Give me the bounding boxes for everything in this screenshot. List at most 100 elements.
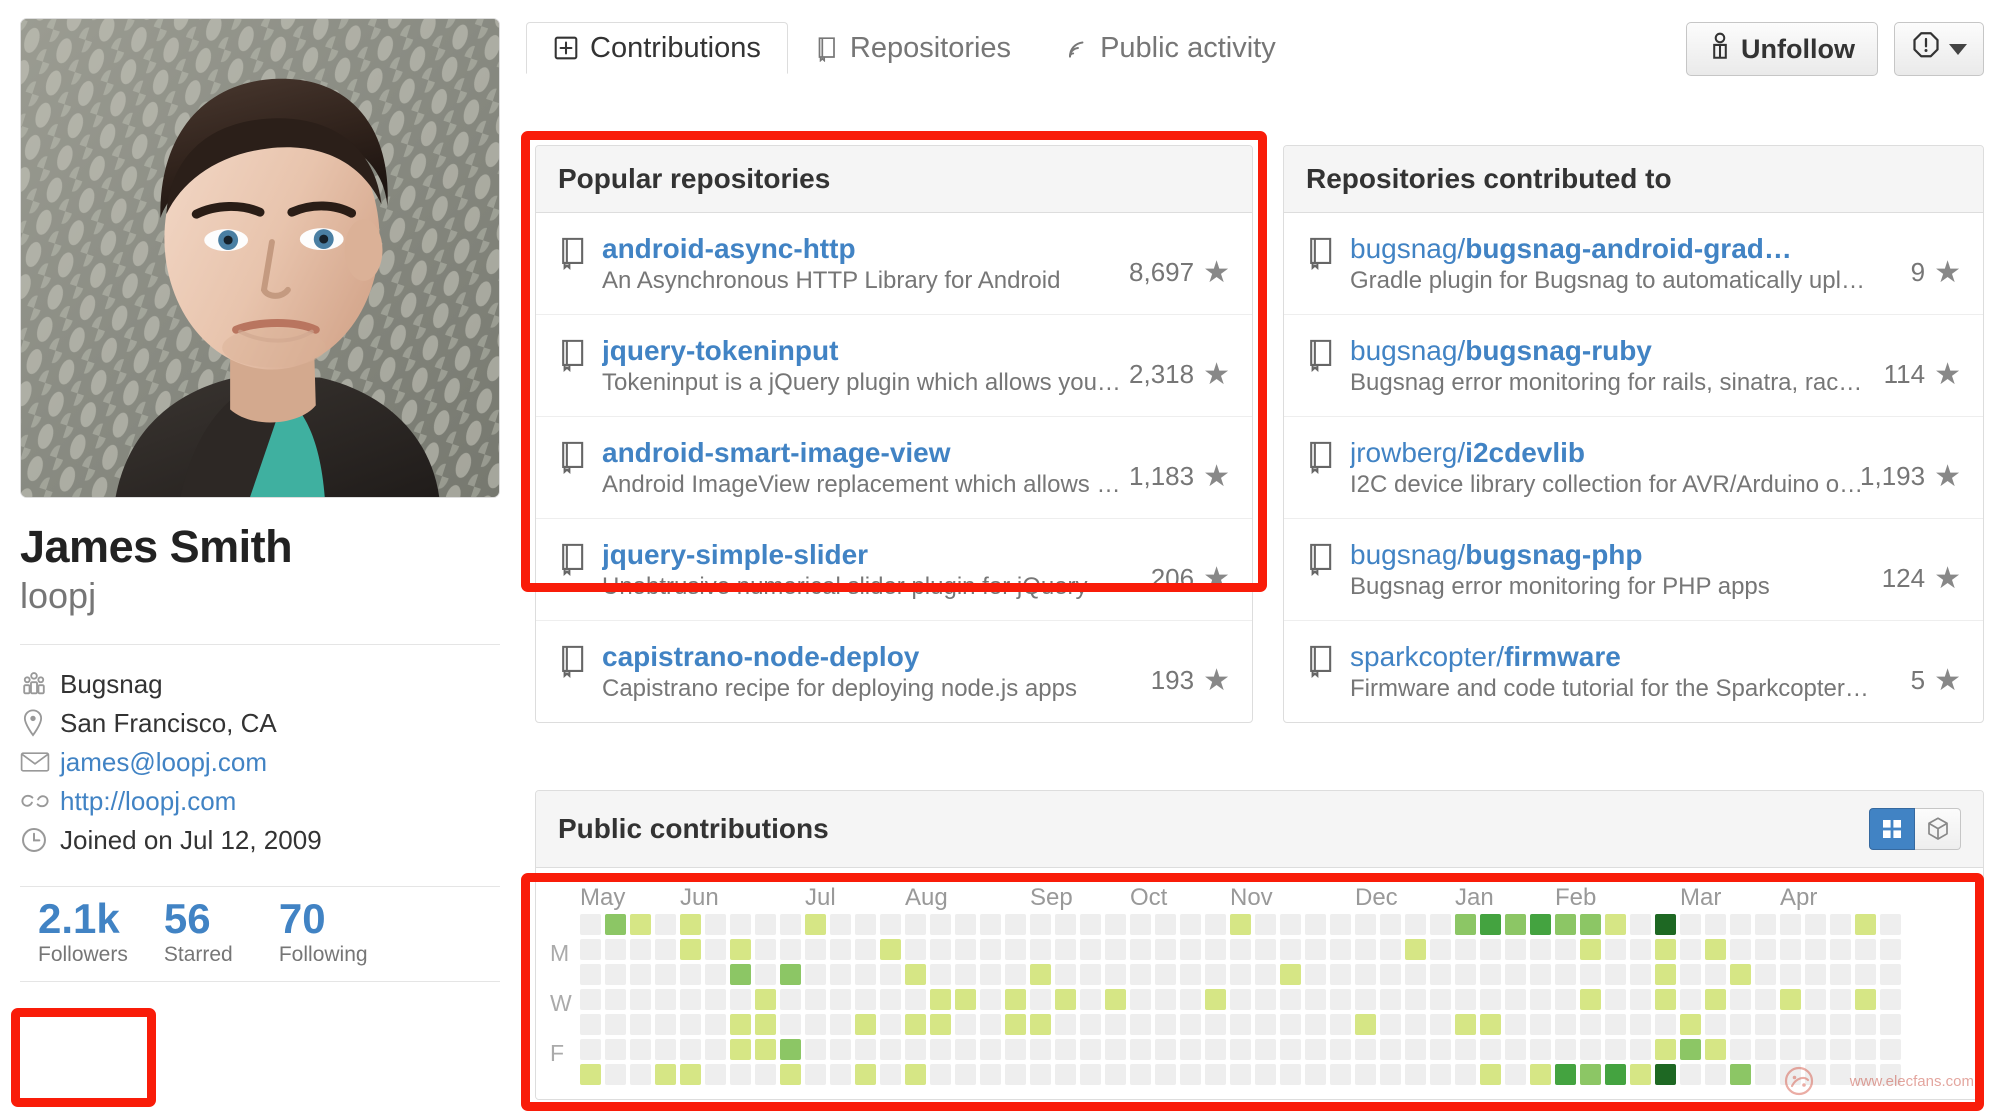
contribution-cell[interactable] (1580, 964, 1601, 985)
contribution-cell[interactable] (705, 964, 726, 985)
contribution-cell[interactable] (1680, 914, 1701, 935)
contribution-cell[interactable] (1805, 939, 1826, 960)
contribution-cell[interactable] (855, 989, 876, 1010)
contribution-cell[interactable] (1405, 1064, 1426, 1085)
contribution-cell[interactable] (1155, 989, 1176, 1010)
contribution-cell[interactable] (1530, 1039, 1551, 1060)
contribution-cell[interactable] (1680, 1039, 1701, 1060)
contribution-cell[interactable] (1005, 939, 1026, 960)
contribution-cell[interactable] (655, 939, 676, 960)
contribution-cell[interactable] (1880, 1064, 1901, 1085)
contribution-cell[interactable] (1080, 989, 1101, 1010)
contribution-cell[interactable] (955, 964, 976, 985)
contribution-cell[interactable] (1330, 914, 1351, 935)
contribution-cell[interactable] (705, 1014, 726, 1035)
contribution-cell[interactable] (980, 1064, 1001, 1085)
contribution-cell[interactable] (605, 914, 626, 935)
contribution-cell[interactable] (1880, 1014, 1901, 1035)
contribution-cell[interactable] (1305, 989, 1326, 1010)
contribution-cell[interactable] (1255, 964, 1276, 985)
contribution-cell[interactable] (730, 914, 751, 935)
contribution-cell[interactable] (830, 1039, 851, 1060)
contribution-cell[interactable] (1505, 1014, 1526, 1035)
contribution-cell[interactable] (1455, 989, 1476, 1010)
contribution-cell[interactable] (1205, 1039, 1226, 1060)
contribution-cell[interactable] (1030, 964, 1051, 985)
contribution-cell[interactable] (1680, 939, 1701, 960)
contribution-cell[interactable] (1505, 964, 1526, 985)
contribution-cell[interactable] (1080, 1014, 1101, 1035)
contribution-cell[interactable] (755, 914, 776, 935)
contribution-cell[interactable] (1705, 1014, 1726, 1035)
contribution-cell[interactable] (1480, 939, 1501, 960)
contribution-cell[interactable] (1605, 1014, 1626, 1035)
contribution-cell[interactable] (1555, 1064, 1576, 1085)
contribution-cell[interactable] (680, 964, 701, 985)
contribution-cell[interactable] (980, 1014, 1001, 1035)
contribution-cell[interactable] (1380, 1064, 1401, 1085)
contribution-cell[interactable] (1430, 939, 1451, 960)
contribution-cell[interactable] (1855, 1039, 1876, 1060)
contribution-cell[interactable] (930, 1064, 951, 1085)
contribution-cell[interactable] (730, 1039, 751, 1060)
contribution-cell[interactable] (680, 1014, 701, 1035)
contribution-cell[interactable] (1330, 1064, 1351, 1085)
contribution-cell[interactable] (955, 914, 976, 935)
contribution-cell[interactable] (905, 1014, 926, 1035)
contribution-cell[interactable] (1055, 939, 1076, 960)
contribution-cell[interactable] (1430, 1039, 1451, 1060)
contribution-cell[interactable] (780, 1014, 801, 1035)
contribution-cell[interactable] (1130, 1039, 1151, 1060)
contribution-cell[interactable] (1105, 1064, 1126, 1085)
contribution-cell[interactable] (1555, 939, 1576, 960)
contribution-cell[interactable] (880, 1014, 901, 1035)
contribution-cell[interactable] (1130, 914, 1151, 935)
contribution-cell[interactable] (1855, 989, 1876, 1010)
contribution-cell[interactable] (730, 964, 751, 985)
repo-name-link[interactable]: jquery-tokeninput (602, 333, 1113, 368)
contribution-cell[interactable] (1680, 1064, 1701, 1085)
contribution-cell[interactable] (1230, 964, 1251, 985)
contribution-cell[interactable] (1630, 914, 1651, 935)
contribution-cell[interactable] (1380, 964, 1401, 985)
contribution-cell[interactable] (1180, 1039, 1201, 1060)
contribution-cell[interactable] (1705, 964, 1726, 985)
repo-list-item[interactable]: jrowberg/i2cdevlib I2C device library col… (1284, 417, 1983, 519)
repo-list-item[interactable]: jquery-simple-slider Unobtrusive numerica… (536, 519, 1252, 621)
contribution-cell[interactable] (1180, 1064, 1201, 1085)
contribution-cell[interactable] (955, 939, 976, 960)
contribution-cell[interactable] (1055, 989, 1076, 1010)
contribution-cell[interactable] (1655, 989, 1676, 1010)
contribution-cell[interactable] (1830, 1064, 1851, 1085)
repo-list-item[interactable]: capistrano-node-deploy Capistrano recipe … (536, 621, 1252, 722)
contribution-cell[interactable] (1530, 914, 1551, 935)
contribution-cell[interactable] (1555, 914, 1576, 935)
contribution-cell[interactable] (1305, 964, 1326, 985)
contribution-cell[interactable] (1605, 939, 1626, 960)
repo-name-link[interactable]: bugsnag/bugsnag-php (1350, 537, 1866, 572)
contribution-cell[interactable] (1505, 939, 1526, 960)
contribution-cell[interactable] (1355, 914, 1376, 935)
contribution-cell[interactable] (1530, 1014, 1551, 1035)
contribution-cell[interactable] (1180, 914, 1201, 935)
contribution-cell[interactable] (805, 1014, 826, 1035)
contribution-cell[interactable] (1630, 1064, 1651, 1085)
contribution-cell[interactable] (855, 1014, 876, 1035)
contribution-cell[interactable] (880, 964, 901, 985)
contribution-cell[interactable] (1705, 1039, 1726, 1060)
contribution-cell[interactable] (1455, 1064, 1476, 1085)
tab-repositories[interactable]: Repositories (788, 22, 1038, 74)
contribution-cell[interactable] (1255, 939, 1276, 960)
contribution-cell[interactable] (1755, 1064, 1776, 1085)
contribution-cell[interactable] (605, 939, 626, 960)
contribution-cell[interactable] (955, 1014, 976, 1035)
contribution-cell[interactable] (855, 939, 876, 960)
contribution-cell[interactable] (1030, 1039, 1051, 1060)
contribution-cell[interactable] (655, 1014, 676, 1035)
contribution-cell[interactable] (705, 1064, 726, 1085)
contribution-cell[interactable] (1330, 989, 1351, 1010)
contribution-cell[interactable] (1105, 939, 1126, 960)
contribution-cell[interactable] (1855, 964, 1876, 985)
contribution-cell[interactable] (1530, 964, 1551, 985)
contribution-cell[interactable] (1505, 914, 1526, 935)
